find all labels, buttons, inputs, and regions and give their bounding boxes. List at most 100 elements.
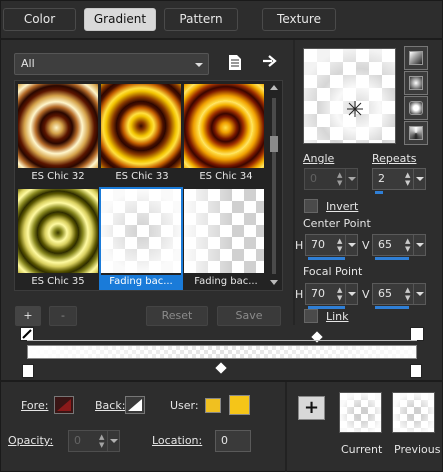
gradient-editor-bar[interactable] (27, 345, 417, 359)
rectangular-icon (409, 76, 423, 90)
color-stop-left[interactable] (22, 364, 34, 378)
spinner-arrows-icon[interactable]: ▲ ▼ (337, 286, 345, 302)
thumb-label: ES Chic 34 (199, 171, 253, 182)
radial-style-button[interactable] (404, 121, 428, 145)
opacity-label: Opacity: (8, 434, 53, 447)
center-h-slider-bar[interactable] (308, 257, 345, 260)
scroll-down-icon[interactable] (270, 280, 278, 286)
center-v-value: 65 (378, 238, 392, 251)
user-color-swatch-1[interactable] (205, 398, 221, 413)
spinner-arrows-icon[interactable]: ▲ ▼ (405, 171, 413, 187)
focal-v-slider-bar[interactable] (375, 306, 409, 309)
gradient-thumb-es-chic-34[interactable] (184, 84, 264, 168)
chevron-down-icon[interactable] (345, 169, 357, 189)
tab-color[interactable]: Color (3, 8, 76, 31)
gradient-thumb-es-chic-35[interactable] (18, 189, 98, 273)
invert-label: Invert (326, 200, 359, 213)
repeats-spinner[interactable]: 2 ▲ ▼ (372, 168, 426, 194)
location-label: Location: (152, 434, 202, 447)
color-stop-right[interactable] (410, 364, 422, 378)
location-label-text: Location: (152, 434, 203, 447)
tab-gradient[interactable]: Gradient (84, 8, 156, 31)
swatch-fade (340, 393, 381, 432)
spinner-arrows-icon[interactable]: ▲ ▼ (405, 237, 413, 253)
location-field[interactable]: 0 (215, 430, 251, 452)
linear-icon (409, 51, 423, 65)
scroll-thumb[interactable] (270, 136, 278, 152)
invert-checkbox[interactable] (304, 199, 318, 213)
repeats-value: 2 (378, 172, 385, 185)
chevron-down-icon[interactable] (345, 284, 357, 304)
add-to-swatches-button[interactable]: + (298, 396, 325, 420)
chevron-down-icon[interactable] (107, 431, 119, 451)
remove-gradient-button[interactable]: - (49, 306, 77, 326)
previous-material-swatch[interactable] (392, 392, 435, 433)
arrow-right-icon[interactable] (262, 54, 277, 68)
gradient-thumb-es-chic-32[interactable] (18, 84, 98, 168)
fore-label-text: Fore: (21, 399, 49, 412)
gradient-fill (28, 346, 416, 358)
gradient-thumb-fading-background-1[interactable] (101, 189, 181, 273)
angle-spinner[interactable]: 0 ▲ ▼ (304, 168, 358, 190)
spinner-arrows-icon[interactable]: ▲ ▼ (337, 237, 345, 253)
tab-divider (0, 38, 443, 40)
center-h-spinner[interactable]: 70 ▲ ▼ (305, 234, 358, 260)
opacity-stop-right[interactable] (410, 327, 424, 341)
center-point-icon[interactable] (346, 100, 364, 118)
opacity-stop-line (27, 340, 417, 341)
back-color-swatch[interactable] (125, 396, 145, 414)
focal-v-label: V (362, 288, 370, 301)
current-label: Current (341, 443, 383, 456)
current-material-swatch[interactable] (339, 392, 382, 433)
save-button[interactable]: Save (217, 306, 281, 326)
add-gradient-button[interactable]: + (15, 306, 41, 326)
user-color-swatch-2[interactable] (229, 395, 250, 415)
link-checkbox[interactable] (304, 309, 318, 323)
opacity-stop-left[interactable] (20, 327, 34, 341)
category-dropdown[interactable]: All (14, 53, 209, 75)
gradient-thumb-fading-background-2[interactable] (184, 189, 264, 273)
spinner-arrows-icon[interactable]: ▲ ▼ (405, 286, 413, 302)
fore-color-swatch[interactable] (54, 396, 74, 414)
opacity-label-text: Opacity: (8, 434, 54, 447)
focal-v-spinner[interactable]: 65 ▲ ▼ (372, 283, 426, 309)
chevron-down-icon[interactable] (345, 235, 357, 255)
gradient-thumb-es-chic-33[interactable] (101, 84, 181, 168)
gradient-preview[interactable] (303, 48, 396, 144)
spinner-arrows-icon[interactable]: ▲ ▼ (99, 433, 107, 449)
reset-button[interactable]: Reset (146, 306, 208, 326)
chevron-down-icon[interactable] (413, 235, 425, 255)
tab-pattern[interactable]: Pattern (164, 8, 238, 31)
gradient-browser: ES Chic 32 ES Chic 33 ES Chic 34 ES Chic… (14, 80, 283, 291)
sunburst-icon (409, 101, 423, 115)
center-v-spinner[interactable]: 65 ▲ ▼ (372, 234, 426, 260)
focal-point-label: Focal Point (303, 265, 363, 278)
tab-texture[interactable]: Texture (262, 8, 336, 31)
user-label: User: (170, 399, 199, 412)
thumb-label: ES Chic 33 (115, 171, 169, 182)
scroll-up-icon[interactable] (270, 84, 278, 90)
thumb-image (101, 84, 181, 168)
vertical-divider (293, 40, 295, 325)
opacity-spinner[interactable]: 0 ▲ ▼ (68, 430, 120, 452)
chevron-down-icon[interactable] (413, 169, 425, 189)
thumb-label: ES Chic 35 (31, 276, 85, 287)
opacity-value: 0 (74, 434, 81, 447)
rectangular-style-button[interactable] (404, 71, 428, 95)
thumb-label-selected: Fading bac... (100, 275, 182, 289)
focal-h-spinner[interactable]: 70 ▲ ▼ (305, 283, 358, 309)
center-v-slider-bar[interactable] (375, 257, 409, 260)
spinner-arrows-icon[interactable]: ▲ ▼ (337, 171, 345, 187)
linear-style-button[interactable] (404, 46, 428, 70)
thumb-image (184, 84, 264, 168)
repeats-label: Repeats (372, 152, 417, 165)
document-options-icon[interactable] (228, 54, 242, 71)
chevron-down-icon[interactable] (413, 284, 425, 304)
link-label: Link (326, 310, 349, 323)
fore-label: Fore: (21, 399, 48, 412)
focal-h-value: 70 (311, 287, 325, 300)
category-value: All (21, 57, 35, 70)
repeats-slider-bar[interactable] (375, 191, 383, 194)
sunburst-style-button[interactable] (404, 96, 428, 120)
browser-scrollbar[interactable] (268, 84, 280, 287)
